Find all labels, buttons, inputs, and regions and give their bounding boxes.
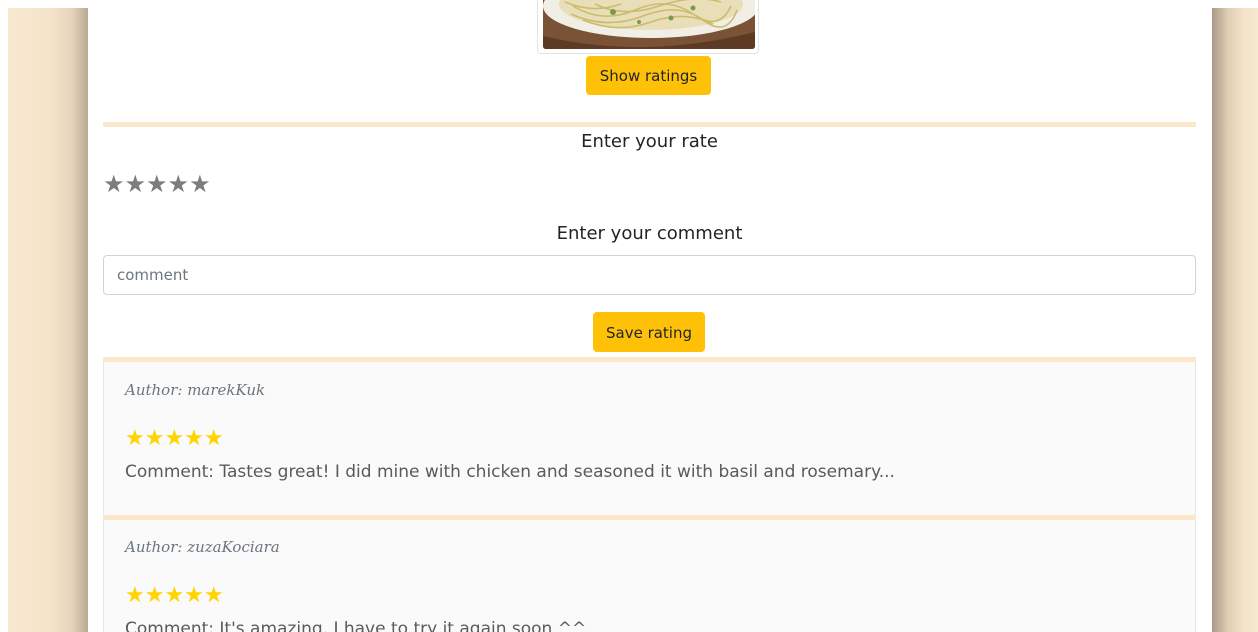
rating-author: Author: marekKuk — [125, 381, 266, 399]
comment-input[interactable] — [103, 255, 1196, 295]
rate-heading: Enter your rate — [581, 131, 718, 152]
section-divider — [103, 122, 1196, 127]
recipe-page: Show ratings Enter your rate ★★★★★ Enter… — [88, 0, 1212, 632]
page-background-left — [8, 8, 88, 632]
rating-card: Author: zuzaKociara ★★★★★ Comment: It's … — [103, 520, 1196, 632]
rating-author: Author: zuzaKociara — [125, 538, 280, 556]
star-icon-4[interactable]: ★ — [168, 170, 190, 198]
star-icon-5[interactable]: ★ — [189, 170, 211, 198]
rating-stars: ★★★★★ — [125, 583, 224, 608]
comment-heading: Enter your comment — [556, 223, 743, 244]
save-rating-button[interactable]: Save rating — [593, 312, 705, 352]
recipe-image-frame — [537, 0, 759, 54]
recipe-image — [543, 0, 755, 49]
page-background-right — [1212, 8, 1258, 632]
star-icon-1[interactable]: ★ — [103, 170, 125, 198]
rating-comment: Comment: Tastes great! I did mine with c… — [125, 462, 895, 482]
star-icon-2[interactable]: ★ — [125, 170, 147, 198]
rating-stars: ★★★★★ — [125, 426, 224, 451]
show-ratings-button[interactable]: Show ratings — [586, 56, 711, 95]
rating-card: Author: marekKuk ★★★★★ Comment: Tastes g… — [103, 362, 1196, 515]
star-rating-input[interactable]: ★★★★★ — [103, 170, 211, 198]
rating-comment: Comment: It's amazing, I have to try it … — [125, 619, 587, 632]
star-icon-3[interactable]: ★ — [146, 170, 168, 198]
